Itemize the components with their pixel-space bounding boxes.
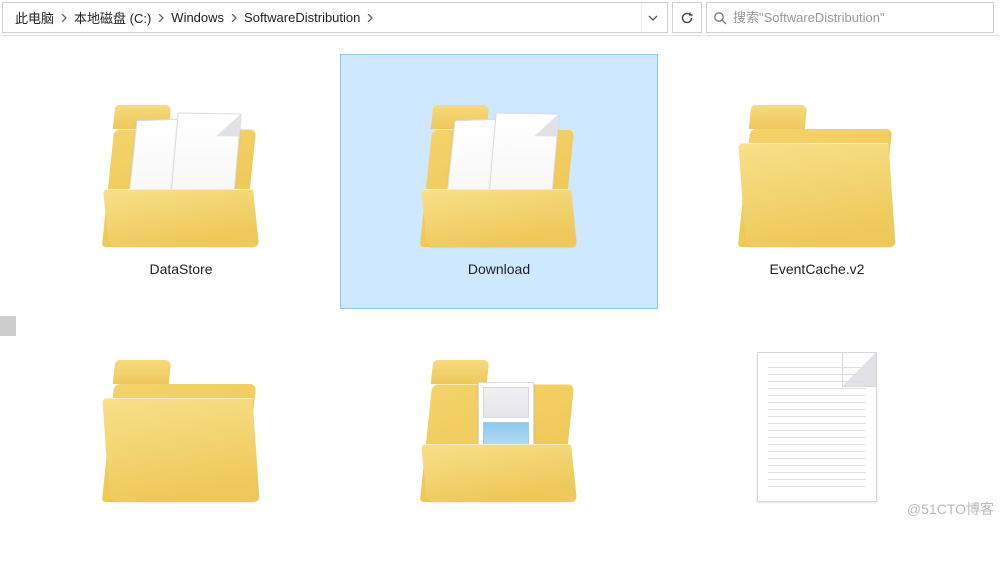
chevron-right-icon[interactable] [364, 3, 376, 32]
folder-item-label: EventCache.v2 [770, 261, 865, 277]
chevron-right-icon[interactable] [228, 3, 240, 32]
folder-item[interactable] [658, 309, 976, 564]
folder-item[interactable] [340, 309, 658, 564]
folder-item-label: Download [468, 261, 530, 277]
folder-icon [424, 352, 574, 502]
breadcrumb-segment[interactable]: 本地磁盘 (C:) [70, 3, 155, 32]
breadcrumb-segment[interactable]: SoftwareDistribution [240, 3, 364, 32]
scrollbar-thumb[interactable] [0, 316, 16, 336]
breadcrumb-segment[interactable]: 此电脑 [11, 3, 58, 32]
address-history-dropdown[interactable] [641, 3, 663, 32]
folder-icon [106, 352, 256, 502]
search-box[interactable] [706, 2, 994, 33]
refresh-icon [680, 11, 694, 25]
breadcrumb: 此电脑 本地磁盘 (C:) Windows SoftwareDistributi… [11, 3, 641, 32]
folder-item[interactable]: EventCache.v2 [658, 54, 976, 309]
folder-item-label: DataStore [149, 261, 212, 277]
nav-pane-edge [0, 36, 18, 521]
folder-items-view[interactable]: DataStore Download EventCache.v2 [18, 36, 1000, 521]
folder-item[interactable]: DataStore [22, 54, 340, 309]
folder-icon [742, 97, 892, 247]
search-icon [713, 11, 729, 25]
folder-item[interactable] [22, 309, 340, 564]
search-input[interactable] [729, 10, 987, 25]
chevron-right-icon[interactable] [58, 3, 70, 32]
chevron-down-icon [648, 13, 658, 23]
content-area: DataStore Download EventCache.v2 [0, 36, 1000, 521]
folder-icon [106, 97, 256, 247]
text-document-icon [757, 352, 877, 502]
address-bar[interactable]: 此电脑 本地磁盘 (C:) Windows SoftwareDistributi… [2, 2, 668, 33]
folder-icon [424, 97, 574, 247]
breadcrumb-segment[interactable]: Windows [167, 3, 228, 32]
refresh-button[interactable] [672, 2, 702, 33]
address-toolbar: 此电脑 本地磁盘 (C:) Windows SoftwareDistributi… [0, 0, 1000, 36]
folder-item[interactable]: Download [340, 54, 658, 309]
chevron-right-icon[interactable] [155, 3, 167, 32]
